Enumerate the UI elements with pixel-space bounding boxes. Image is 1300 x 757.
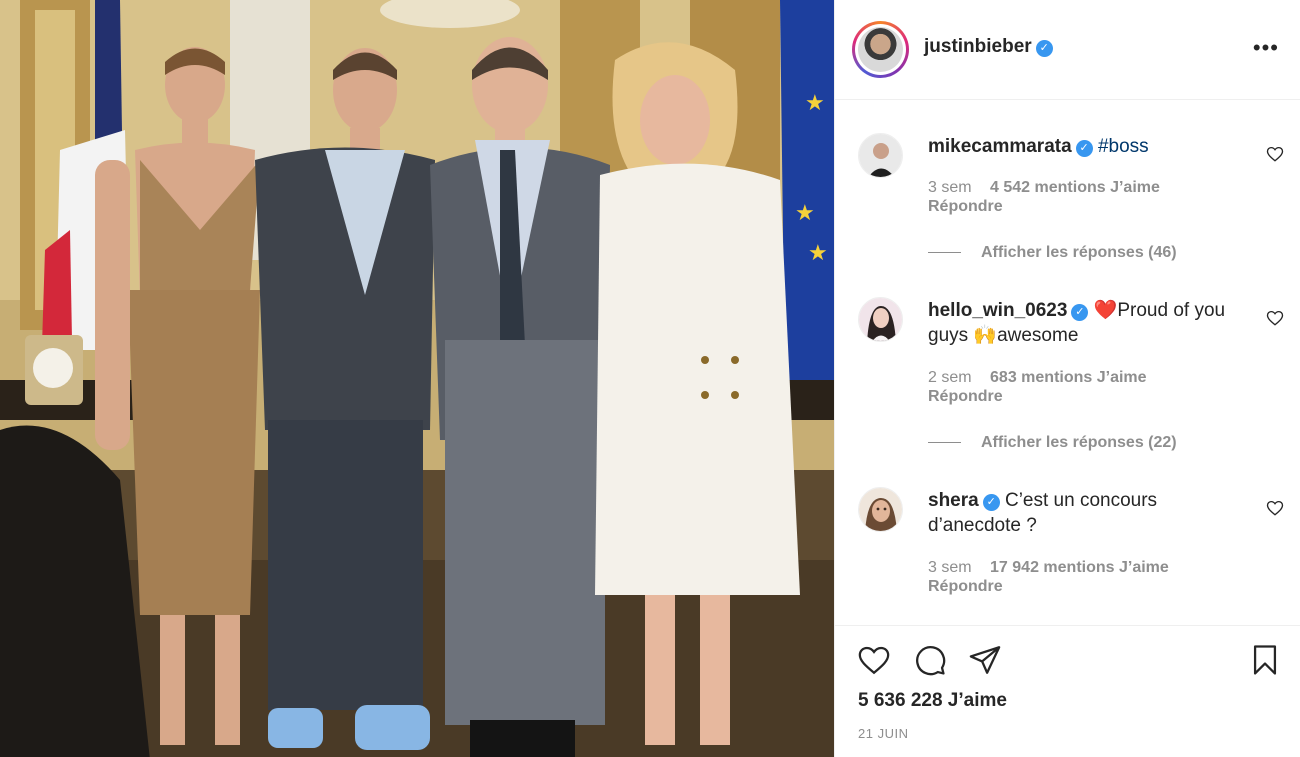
view-replies-button[interactable]: Afficher les réponses (22) [928, 434, 1177, 452]
comment-username[interactable]: hello_win_0623 [928, 300, 1067, 321]
comment-icon[interactable] [913, 643, 947, 677]
post-side-panel: justinbieber✓ ••• mikecammarata✓ #boss [834, 0, 1300, 757]
post-date[interactable]: 21 JUIN [858, 726, 908, 741]
send-icon[interactable] [968, 643, 1002, 677]
view-replies-label: Afficher les réponses (22) [981, 434, 1177, 451]
verified-badge-icon: ✓ [1071, 304, 1089, 321]
owner-avatar[interactable] [852, 21, 909, 78]
comment-username[interactable]: mikecammarata [928, 136, 1072, 157]
comment-time[interactable]: 2 sem [928, 369, 972, 386]
comment-meta: 3 sem 4 542 mentions J’aime [928, 178, 1160, 198]
comment-body: hello_win_0623 ✓ ❤️Proud of you guys 🙌awe… [928, 298, 1253, 348]
post-photo[interactable]: ★ ★ ★ [0, 0, 834, 757]
svg-text:★: ★ [808, 241, 828, 266]
likes-count[interactable]: 5 636 228 J’aime [858, 690, 1007, 712]
owner-username-row: justinbieber ✓ [924, 36, 1053, 58]
more-options-icon[interactable]: ••• [1253, 37, 1279, 59]
svg-text:★: ★ [805, 91, 825, 116]
photo-illustration: ★ ★ ★ [0, 0, 834, 757]
comment-time[interactable]: 3 sem [928, 179, 972, 196]
view-replies-button[interactable]: Afficher les réponses (46) [928, 244, 1177, 262]
comment-meta: 2 sem 683 mentions J’aime [928, 368, 1147, 388]
post-actions: 5 636 228 J’aime 21 JUIN [835, 625, 1300, 757]
comment-body: mikecammarata ✓ #boss [928, 134, 1253, 159]
reply-button[interactable]: Répondre [928, 388, 1003, 406]
commenter-avatar[interactable] [858, 297, 903, 342]
reply-button[interactable]: Répondre [928, 198, 1003, 216]
verified-badge-icon: ✓ [1035, 40, 1053, 57]
heart-icon[interactable] [857, 643, 891, 677]
view-replies-label: Afficher les réponses (46) [981, 244, 1177, 261]
comment-likes[interactable]: 17 942 mentions J’aime [990, 559, 1169, 576]
comment-likes[interactable]: 683 mentions J’aime [990, 369, 1147, 386]
verified-badge-icon: ✓ [982, 494, 1000, 511]
owner-avatar-frame [855, 24, 906, 75]
owner-username[interactable]: justinbieber [924, 36, 1032, 57]
comment-likes[interactable]: 4 542 mentions J’aime [990, 179, 1160, 196]
comment-like-heart-icon[interactable] [1266, 145, 1284, 163]
replies-divider-line [928, 252, 961, 254]
reply-button[interactable]: Répondre [928, 578, 1003, 596]
bookmark-icon[interactable] [1248, 643, 1282, 677]
replies-divider-line [928, 442, 961, 444]
commenter-avatar[interactable] [858, 487, 903, 532]
comment-like-heart-icon[interactable] [1266, 499, 1284, 517]
comments-list[interactable]: mikecammarata ✓ #boss 3 sem 4 542 mention… [835, 100, 1300, 625]
comment-meta: 3 sem 17 942 mentions J’aime [928, 558, 1169, 578]
comment-body: shera ✓ C’est un concours d’anecdote ? [928, 488, 1253, 538]
comment-hashtag[interactable]: #boss [1098, 136, 1149, 157]
comment-time[interactable]: 3 sem [928, 559, 972, 576]
owner-avatar-image [858, 27, 903, 72]
verified-badge-icon: ✓ [1075, 140, 1093, 157]
comment-like-heart-icon[interactable] [1266, 309, 1284, 327]
comment-username[interactable]: shera [928, 490, 979, 511]
post-header: justinbieber ✓ ••• [835, 0, 1300, 100]
commenter-avatar[interactable] [858, 133, 903, 178]
svg-text:★: ★ [795, 201, 815, 226]
